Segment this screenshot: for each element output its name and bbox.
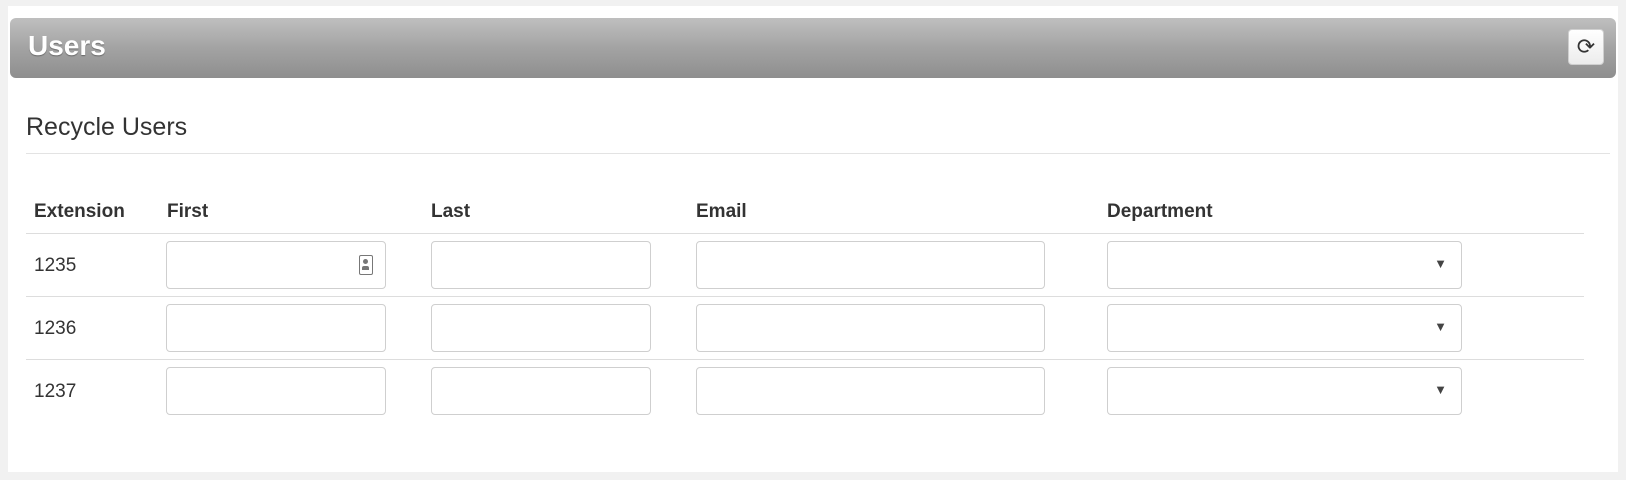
header-last: Last [431,201,471,222]
last-name-input[interactable] [432,368,650,414]
department-select[interactable]: ▼ [1107,367,1462,415]
chevron-down-icon: ▼ [1434,256,1447,271]
email-input[interactable] [697,368,1044,414]
header-first: First [167,201,209,222]
row-divider [26,359,1584,360]
first-name-field[interactable] [166,241,386,289]
header-extension: Extension [34,201,125,222]
first-name-field[interactable] [166,304,386,352]
last-name-input[interactable] [432,242,650,288]
refresh-button[interactable]: ⟳ [1568,29,1604,65]
email-field[interactable] [696,367,1045,415]
first-name-input[interactable] [167,242,385,288]
email-input[interactable] [697,305,1044,351]
email-field[interactable] [696,241,1045,289]
last-name-field[interactable] [431,241,651,289]
header-department: Department [1107,201,1213,222]
department-select[interactable]: ▼ [1107,304,1462,352]
email-input[interactable] [697,242,1044,288]
extension-cell: 1237 [34,381,77,402]
last-name-field[interactable] [431,304,651,352]
header-email: Email [696,201,747,222]
first-name-input[interactable] [167,368,385,414]
last-name-input[interactable] [432,305,650,351]
section-title: Recycle Users [26,113,188,141]
panel-title: Users [28,30,106,61]
first-name-input[interactable] [167,305,385,351]
chevron-down-icon: ▼ [1434,382,1447,397]
chevron-down-icon: ▼ [1434,319,1447,334]
email-field[interactable] [696,304,1045,352]
row-divider [26,296,1584,297]
section-divider [26,153,1610,154]
extension-cell: 1236 [34,318,77,339]
users-panel: Users ⟳ Recycle Users Extension First La… [8,6,1618,472]
contact-card-icon[interactable] [359,255,373,275]
panel-header: Users ⟳ [10,18,1616,78]
last-name-field[interactable] [431,367,651,415]
row-divider [26,233,1584,234]
department-select[interactable]: ▼ [1107,241,1462,289]
refresh-icon: ⟳ [1576,34,1596,59]
first-name-field[interactable] [166,367,386,415]
extension-cell: 1235 [34,255,77,276]
